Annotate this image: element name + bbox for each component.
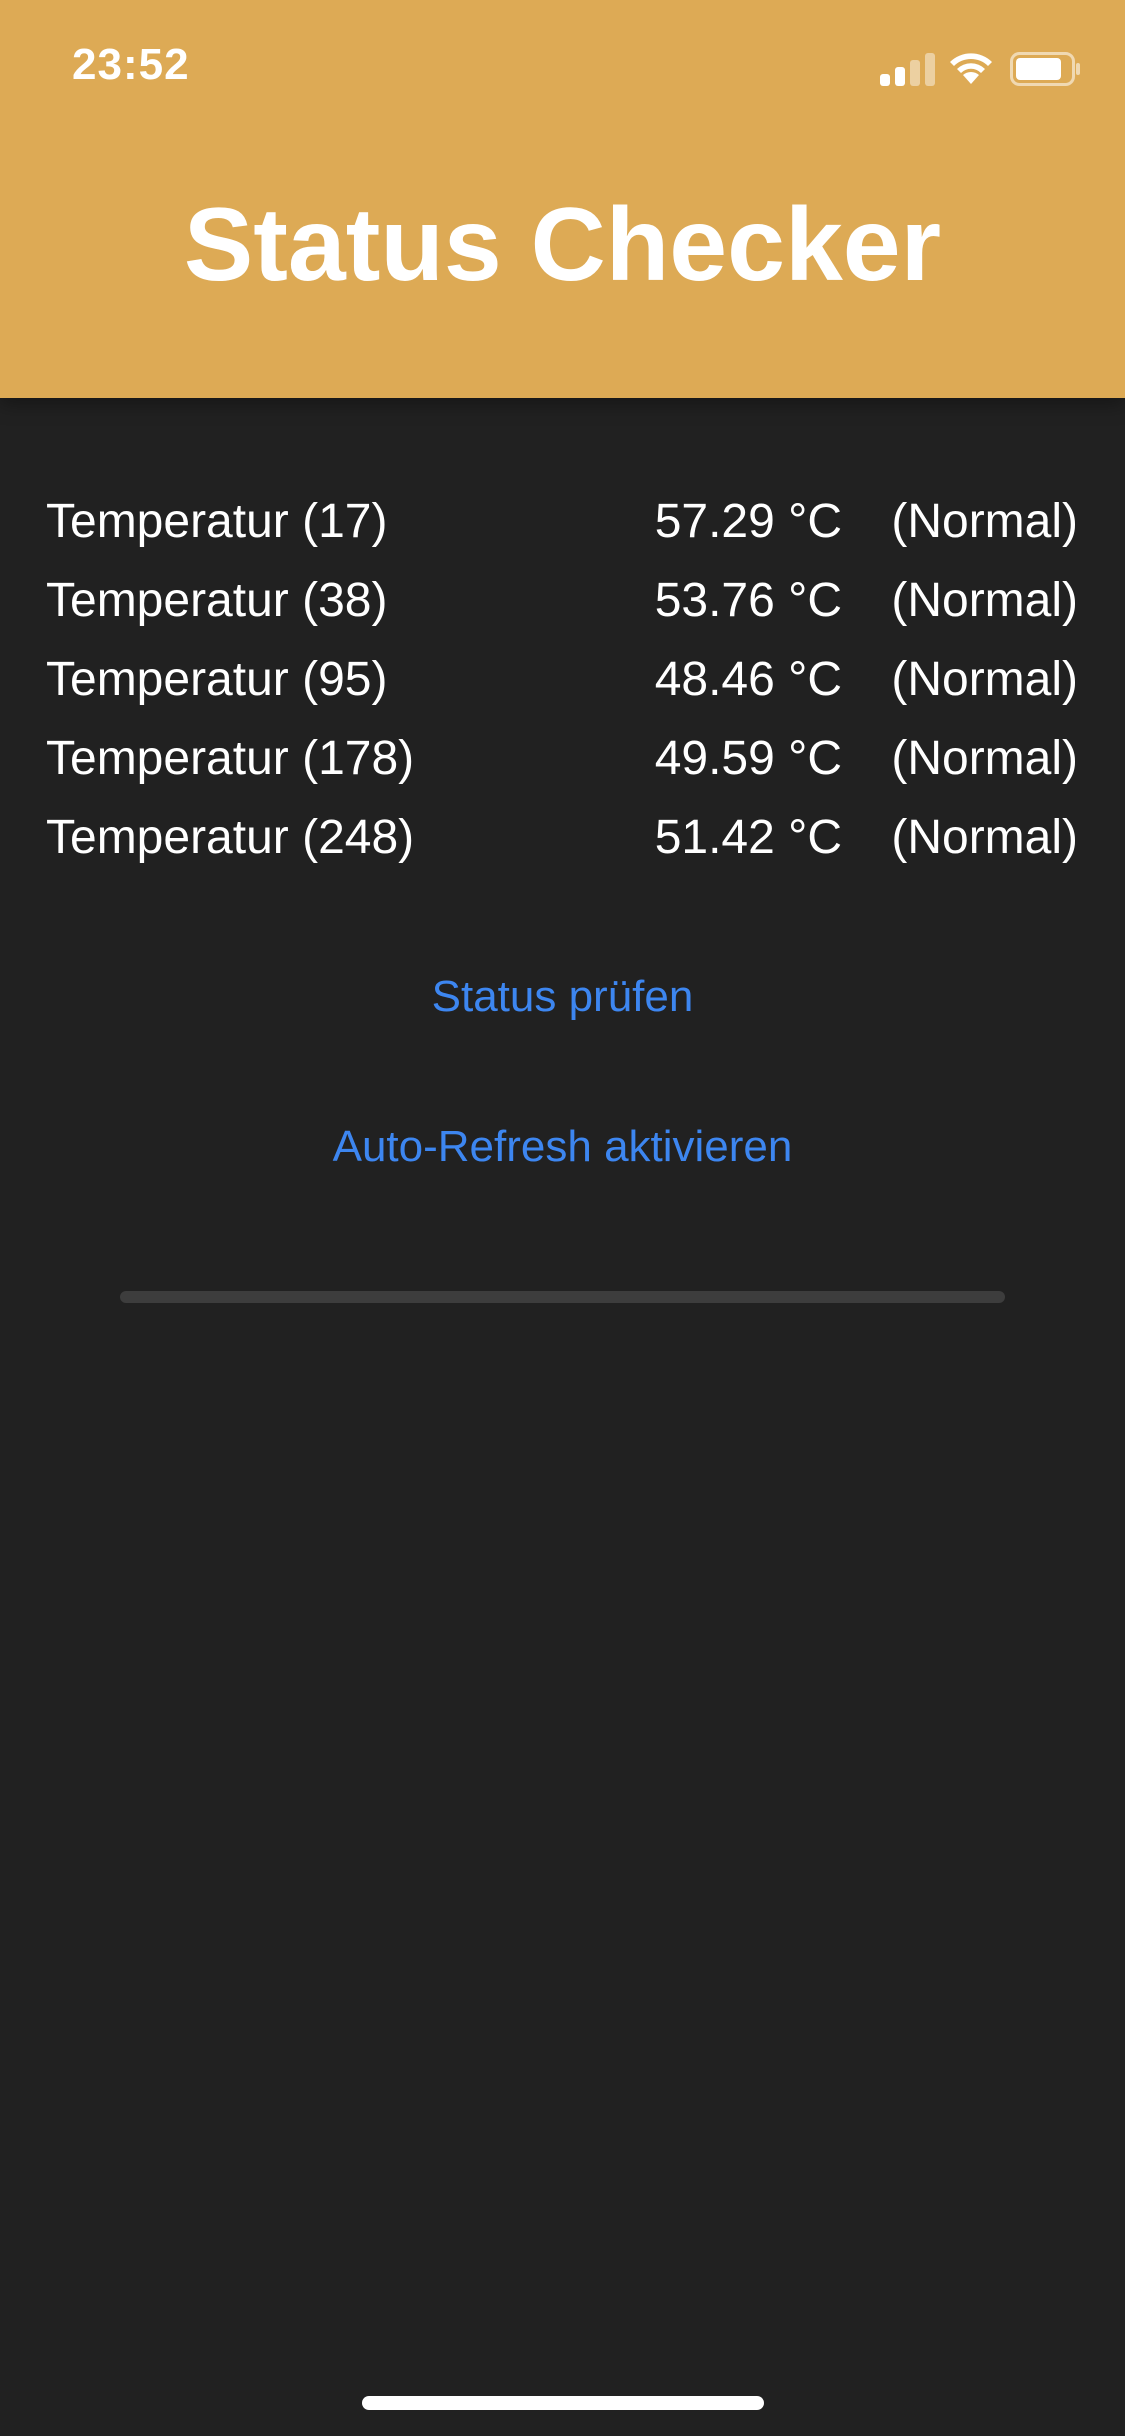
- reading-row: Temperatur (95) 48.46 °C (Normal): [46, 640, 1078, 719]
- battery-icon: [1010, 52, 1082, 86]
- reading-label: Temperatur (95): [46, 653, 388, 706]
- reading-value: 51.42 °C: [654, 811, 842, 864]
- cellular-signal-icon: [880, 52, 936, 86]
- reading-row: Temperatur (178) 49.59 °C (Normal): [46, 719, 1078, 798]
- check-status-button[interactable]: Status prüfen: [0, 967, 1125, 1027]
- reading-row: Temperatur (38) 53.76 °C (Normal): [46, 561, 1078, 640]
- reading-label: Temperatur (17): [46, 495, 388, 548]
- reading-value: 53.76 °C: [654, 574, 842, 627]
- reading-value: 49.59 °C: [654, 732, 842, 785]
- refresh-progress-bar: [120, 1291, 1005, 1303]
- page-title: Status Checker: [183, 187, 942, 303]
- reading-status: (Normal): [891, 574, 1078, 627]
- reading-status: (Normal): [891, 732, 1078, 785]
- auto-refresh-button[interactable]: Auto-Refresh aktivieren: [0, 1117, 1125, 1177]
- reading-label: Temperatur (248): [46, 811, 415, 864]
- reading-value: 57.29 °C: [654, 495, 842, 548]
- status-bar: 23:52: [0, 0, 1125, 140]
- reading-value: 48.46 °C: [654, 653, 842, 706]
- status-time: 23:52: [72, 40, 190, 89]
- home-indicator[interactable]: [362, 2396, 764, 2410]
- reading-status: (Normal): [891, 495, 1078, 548]
- app-header: 23:52 Status Checker: [0, 0, 1125, 398]
- reading-status: (Normal): [891, 653, 1078, 706]
- reading-row: Temperatur (248) 51.42 °C (Normal): [46, 798, 1078, 877]
- reading-label: Temperatur (178): [46, 732, 415, 785]
- reading-label: Temperatur (38): [46, 574, 388, 627]
- readings-list: Temperatur (17) 57.29 °C (Normal) Temper…: [46, 482, 1078, 877]
- reading-status: (Normal): [891, 811, 1078, 864]
- wifi-icon: [948, 48, 994, 86]
- reading-row: Temperatur (17) 57.29 °C (Normal): [46, 482, 1078, 561]
